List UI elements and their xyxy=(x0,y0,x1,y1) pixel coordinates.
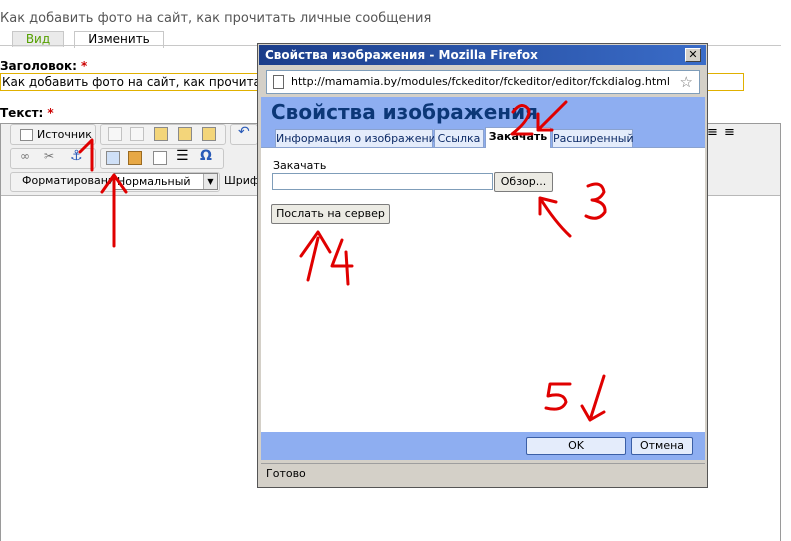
image-icon[interactable] xyxy=(106,151,120,165)
browse-button[interactable]: Обзор... xyxy=(494,172,553,192)
heading-label: Заголовок: * xyxy=(0,59,87,73)
required-mark: * xyxy=(80,59,88,73)
send-to-server-button[interactable]: Послать на сервер xyxy=(271,204,390,224)
table-icon[interactable] xyxy=(153,151,167,165)
file-input[interactable] xyxy=(272,173,493,190)
tab-link[interactable]: Ссылка xyxy=(434,129,484,147)
bookmark-star-icon[interactable]: ☆ xyxy=(680,71,693,93)
dialog-tabs-underline xyxy=(261,147,705,148)
copy-icon[interactable] xyxy=(130,127,144,141)
chevron-down-icon: ▼ xyxy=(203,174,217,189)
format-select-value: Нормальный xyxy=(117,175,191,188)
paste-icon[interactable] xyxy=(154,127,168,141)
special-char-icon[interactable]: Ω xyxy=(200,148,212,164)
align-justify-icon[interactable]: ≡ xyxy=(707,125,718,140)
source-button[interactable]: Источник xyxy=(20,125,92,144)
anchor-icon[interactable]: ⚓ xyxy=(70,148,83,164)
url-text: http://mamamia.by/modules/fckeditor/fcke… xyxy=(291,75,670,88)
horizontal-rule-icon[interactable]: ☰ xyxy=(176,148,189,164)
unlink-icon[interactable]: ✂ xyxy=(44,149,54,163)
cancel-button[interactable]: Отмена xyxy=(631,437,693,455)
tab-advanced[interactable]: Расширенный xyxy=(552,129,634,147)
paste-word-icon[interactable] xyxy=(202,127,216,141)
page-title: Как добавить фото на сайт, как прочитать… xyxy=(0,11,432,26)
align-right-icon[interactable]: ≡ xyxy=(724,125,735,140)
address-bar[interactable]: http://mamamia.by/modules/fckeditor/fcke… xyxy=(266,70,700,94)
upload-label: Закачать xyxy=(273,159,327,172)
ok-button[interactable]: OK xyxy=(526,437,626,455)
window-title: Свойства изображения - Mozilla Firefox xyxy=(265,48,538,62)
source-button-label: Источник xyxy=(37,128,92,141)
source-icon xyxy=(20,128,33,141)
paste-text-icon[interactable] xyxy=(178,127,192,141)
text-label: Текст: * xyxy=(0,106,54,120)
dialog-body xyxy=(261,97,705,460)
format-select[interactable]: Нормальный ▼ xyxy=(114,173,218,190)
format-label: Форматирование xyxy=(22,174,122,187)
window-title-bar[interactable]: Свойства изображения - Mozilla Firefox xyxy=(259,45,706,65)
dialog-heading: Свойства изображения xyxy=(271,100,538,124)
link-icon[interactable]: ∞ xyxy=(20,149,30,163)
undo-icon[interactable]: ↶ xyxy=(238,124,250,140)
tab-image-info[interactable]: Информация о изображении xyxy=(275,129,443,147)
page-icon xyxy=(273,75,284,89)
status-bar: Готово xyxy=(261,463,705,484)
heading-label-text: Заголовок: xyxy=(0,59,77,73)
tab-upload[interactable]: Закачать xyxy=(485,127,551,148)
text-label-text: Текст: xyxy=(0,106,44,120)
cut-icon[interactable] xyxy=(108,127,122,141)
required-mark: * xyxy=(47,106,54,120)
close-icon[interactable]: ✕ xyxy=(685,48,701,62)
flash-icon[interactable] xyxy=(128,151,142,165)
